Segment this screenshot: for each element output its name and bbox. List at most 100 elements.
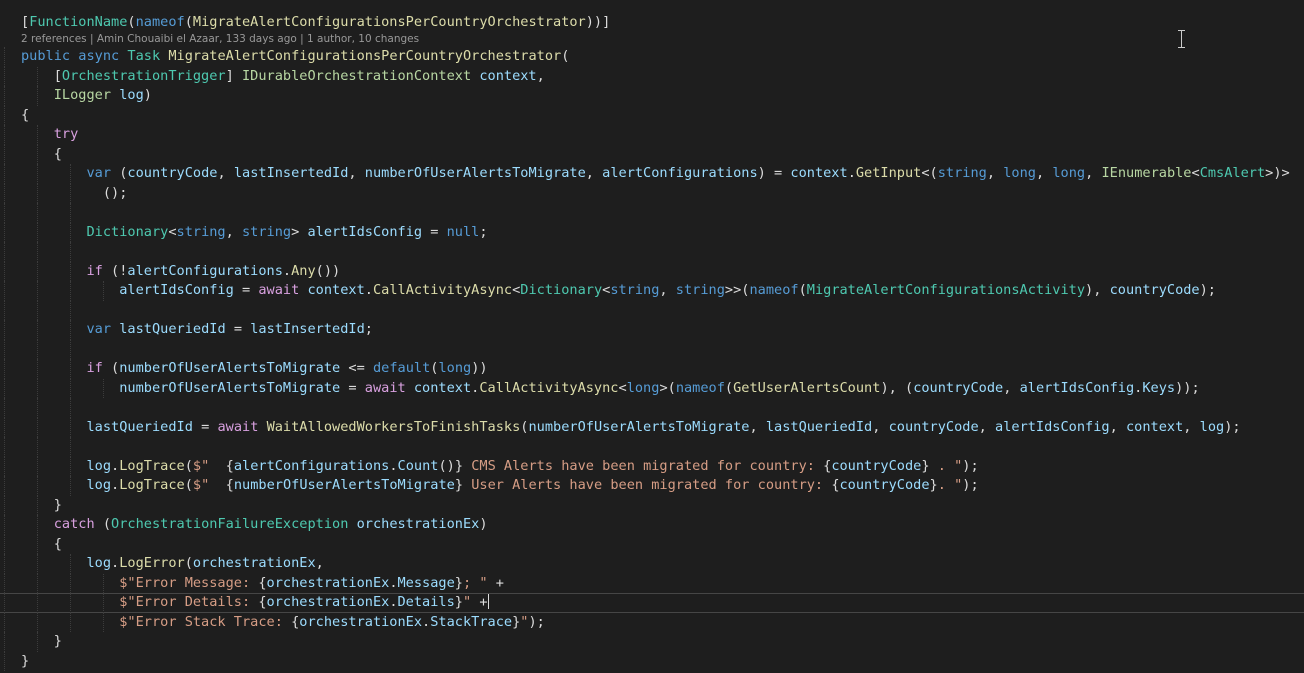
code-line[interactable]: public async Task MigrateAlertConfigurat… <box>0 47 1304 67</box>
code-token: } <box>21 496 62 513</box>
code-token: ); <box>528 613 545 630</box>
code-token: + <box>471 594 488 610</box>
code-token: User Alerts have been migrated for count… <box>463 477 832 493</box>
code-text: [OrchestrationTrigger] IDurableOrchestra… <box>21 67 545 87</box>
code-token: ( <box>184 555 193 571</box>
code-line[interactable]: numberOfUserAlertsToMigrate = await cont… <box>0 378 1304 398</box>
code-token: , <box>536 67 545 84</box>
code-token: ( <box>102 360 120 376</box>
code-token: lastQueriedId <box>86 418 193 435</box>
code-line[interactable]: (); <box>0 183 1304 203</box>
code-token: lastInsertedId <box>233 165 349 181</box>
code-line[interactable]: } <box>0 495 1304 515</box>
code-token: = <box>225 321 251 337</box>
code-line[interactable]: log.LogTrace($" {numberOfUserAlertsToMig… <box>0 476 1304 496</box>
mouse-ibeam-cursor <box>1175 30 1189 48</box>
codelens-annotation[interactable]: 2 references | Amin Chouaibi el Azaar, 1… <box>21 31 419 47</box>
code-line[interactable] <box>0 203 1304 223</box>
code-editor[interactable]: 2 references | Amin Chouaibi el Azaar, 1… <box>0 0 1304 673</box>
code-line[interactable]: { <box>0 534 1304 554</box>
code-token: ()) <box>315 262 341 279</box>
code-token: ( <box>561 48 570 64</box>
indent-guide <box>70 242 71 262</box>
code-line[interactable]: { <box>0 144 1304 164</box>
code-token: } <box>454 477 464 493</box>
code-text: lastQueriedId = await WaitAllowedWorkers… <box>21 418 1240 438</box>
code-line[interactable] <box>0 339 1304 359</box>
code-token: ), <box>1085 282 1110 298</box>
code-line[interactable] <box>0 300 1304 320</box>
code-token: { <box>258 574 267 591</box>
code-line[interactable]: $"Error Details: {orchestrationEx.Detail… <box>0 593 1304 613</box>
code-line[interactable]: var lastQueriedId = lastInsertedId; <box>0 320 1304 340</box>
code-line[interactable]: [OrchestrationTrigger] IDurableOrchestra… <box>0 66 1304 87</box>
code-token: . <box>111 477 120 493</box>
code-line[interactable]: $"Error Stack Trace: {orchestrationEx.St… <box>0 612 1304 632</box>
code-token: var <box>86 165 112 181</box>
code-token: ); <box>962 477 979 493</box>
code-token: . <box>389 457 398 474</box>
indent-guide <box>37 242 38 262</box>
code-token: orchestrationEx <box>266 574 390 591</box>
code-line[interactable]: [FunctionName(nameof(MigrateAlertConfigu… <box>0 13 1304 33</box>
code-line[interactable]: { <box>0 105 1304 125</box>
code-line[interactable] <box>0 398 1304 418</box>
code-line[interactable]: log.LogError(orchestrationEx, <box>0 554 1304 574</box>
code-line[interactable]: if (!alertConfigurations.Any()) <box>0 261 1304 281</box>
code-token: numberOfUserAlertsToMigrate <box>119 360 341 376</box>
code-token: alertIdsConfig <box>995 418 1110 435</box>
code-token: ILogger <box>53 87 112 103</box>
code-text: alertIdsConfig = await context.CallActiv… <box>21 281 1216 301</box>
code-line[interactable]: $"Error Message: {orchestrationEx.Messag… <box>0 573 1304 593</box>
code-token: LogError <box>119 555 185 571</box>
code-token: { <box>225 457 234 474</box>
indent-guide <box>4 164 5 184</box>
code-text: var lastQueriedId = lastInsertedId; <box>21 320 372 340</box>
indent-guide <box>4 222 5 242</box>
code-token: } <box>454 594 463 610</box>
code-token: GetInput <box>855 165 922 181</box>
code-line[interactable]: alertIdsConfig = await context.CallActiv… <box>0 281 1304 301</box>
code-token: ; " <box>462 574 488 591</box>
code-token: log <box>86 555 112 571</box>
code-line[interactable] <box>0 437 1304 457</box>
code-token: >)> <box>1265 165 1290 181</box>
code-line[interactable]: Dictionary<string, string> alertIdsConfi… <box>0 222 1304 242</box>
code-text: log.LogError(orchestrationEx, <box>21 554 323 574</box>
code-line[interactable]: lastQueriedId = await WaitAllowedWorkers… <box>0 417 1304 438</box>
code-token: ()} <box>438 457 464 474</box>
code-line[interactable]: } <box>0 651 1304 671</box>
code-token: . <box>847 165 856 181</box>
code-token: alertIdsConfig <box>307 223 423 240</box>
indent-guide <box>4 593 5 613</box>
code-line[interactable]: } <box>0 632 1304 652</box>
code-token: } <box>921 457 930 474</box>
code-token: . <box>389 574 398 591</box>
code-token: long <box>1003 165 1036 181</box>
code-token: { <box>258 594 267 610</box>
code-line[interactable]: catch (OrchestrationFailureException orc… <box>0 515 1304 535</box>
code-token: } <box>454 574 463 591</box>
code-token: countryCode <box>888 418 979 435</box>
indent-guide <box>4 66 5 86</box>
code-line[interactable]: ILogger log) <box>0 86 1304 106</box>
code-line[interactable]: log.LogTrace($" {alertConfigurations.Cou… <box>0 456 1304 476</box>
indent-guide <box>37 300 38 320</box>
code-token: < <box>1191 165 1200 181</box>
indent-guide <box>70 203 71 223</box>
code-line[interactable]: var (countryCode, lastInsertedId, number… <box>0 164 1304 184</box>
code-token: $"Error Details: <box>119 594 259 610</box>
code-line[interactable]: try <box>0 125 1304 145</box>
code-token: ( <box>724 379 734 396</box>
code-token: await <box>217 418 259 435</box>
code-token: ( <box>184 477 193 493</box>
code-token: , <box>978 418 996 435</box>
code-line[interactable] <box>0 242 1304 262</box>
code-line[interactable]: if (numberOfUserAlertsToMigrate <= defau… <box>0 359 1304 379</box>
indent-guide <box>70 339 71 359</box>
indent-guide <box>4 456 5 476</box>
